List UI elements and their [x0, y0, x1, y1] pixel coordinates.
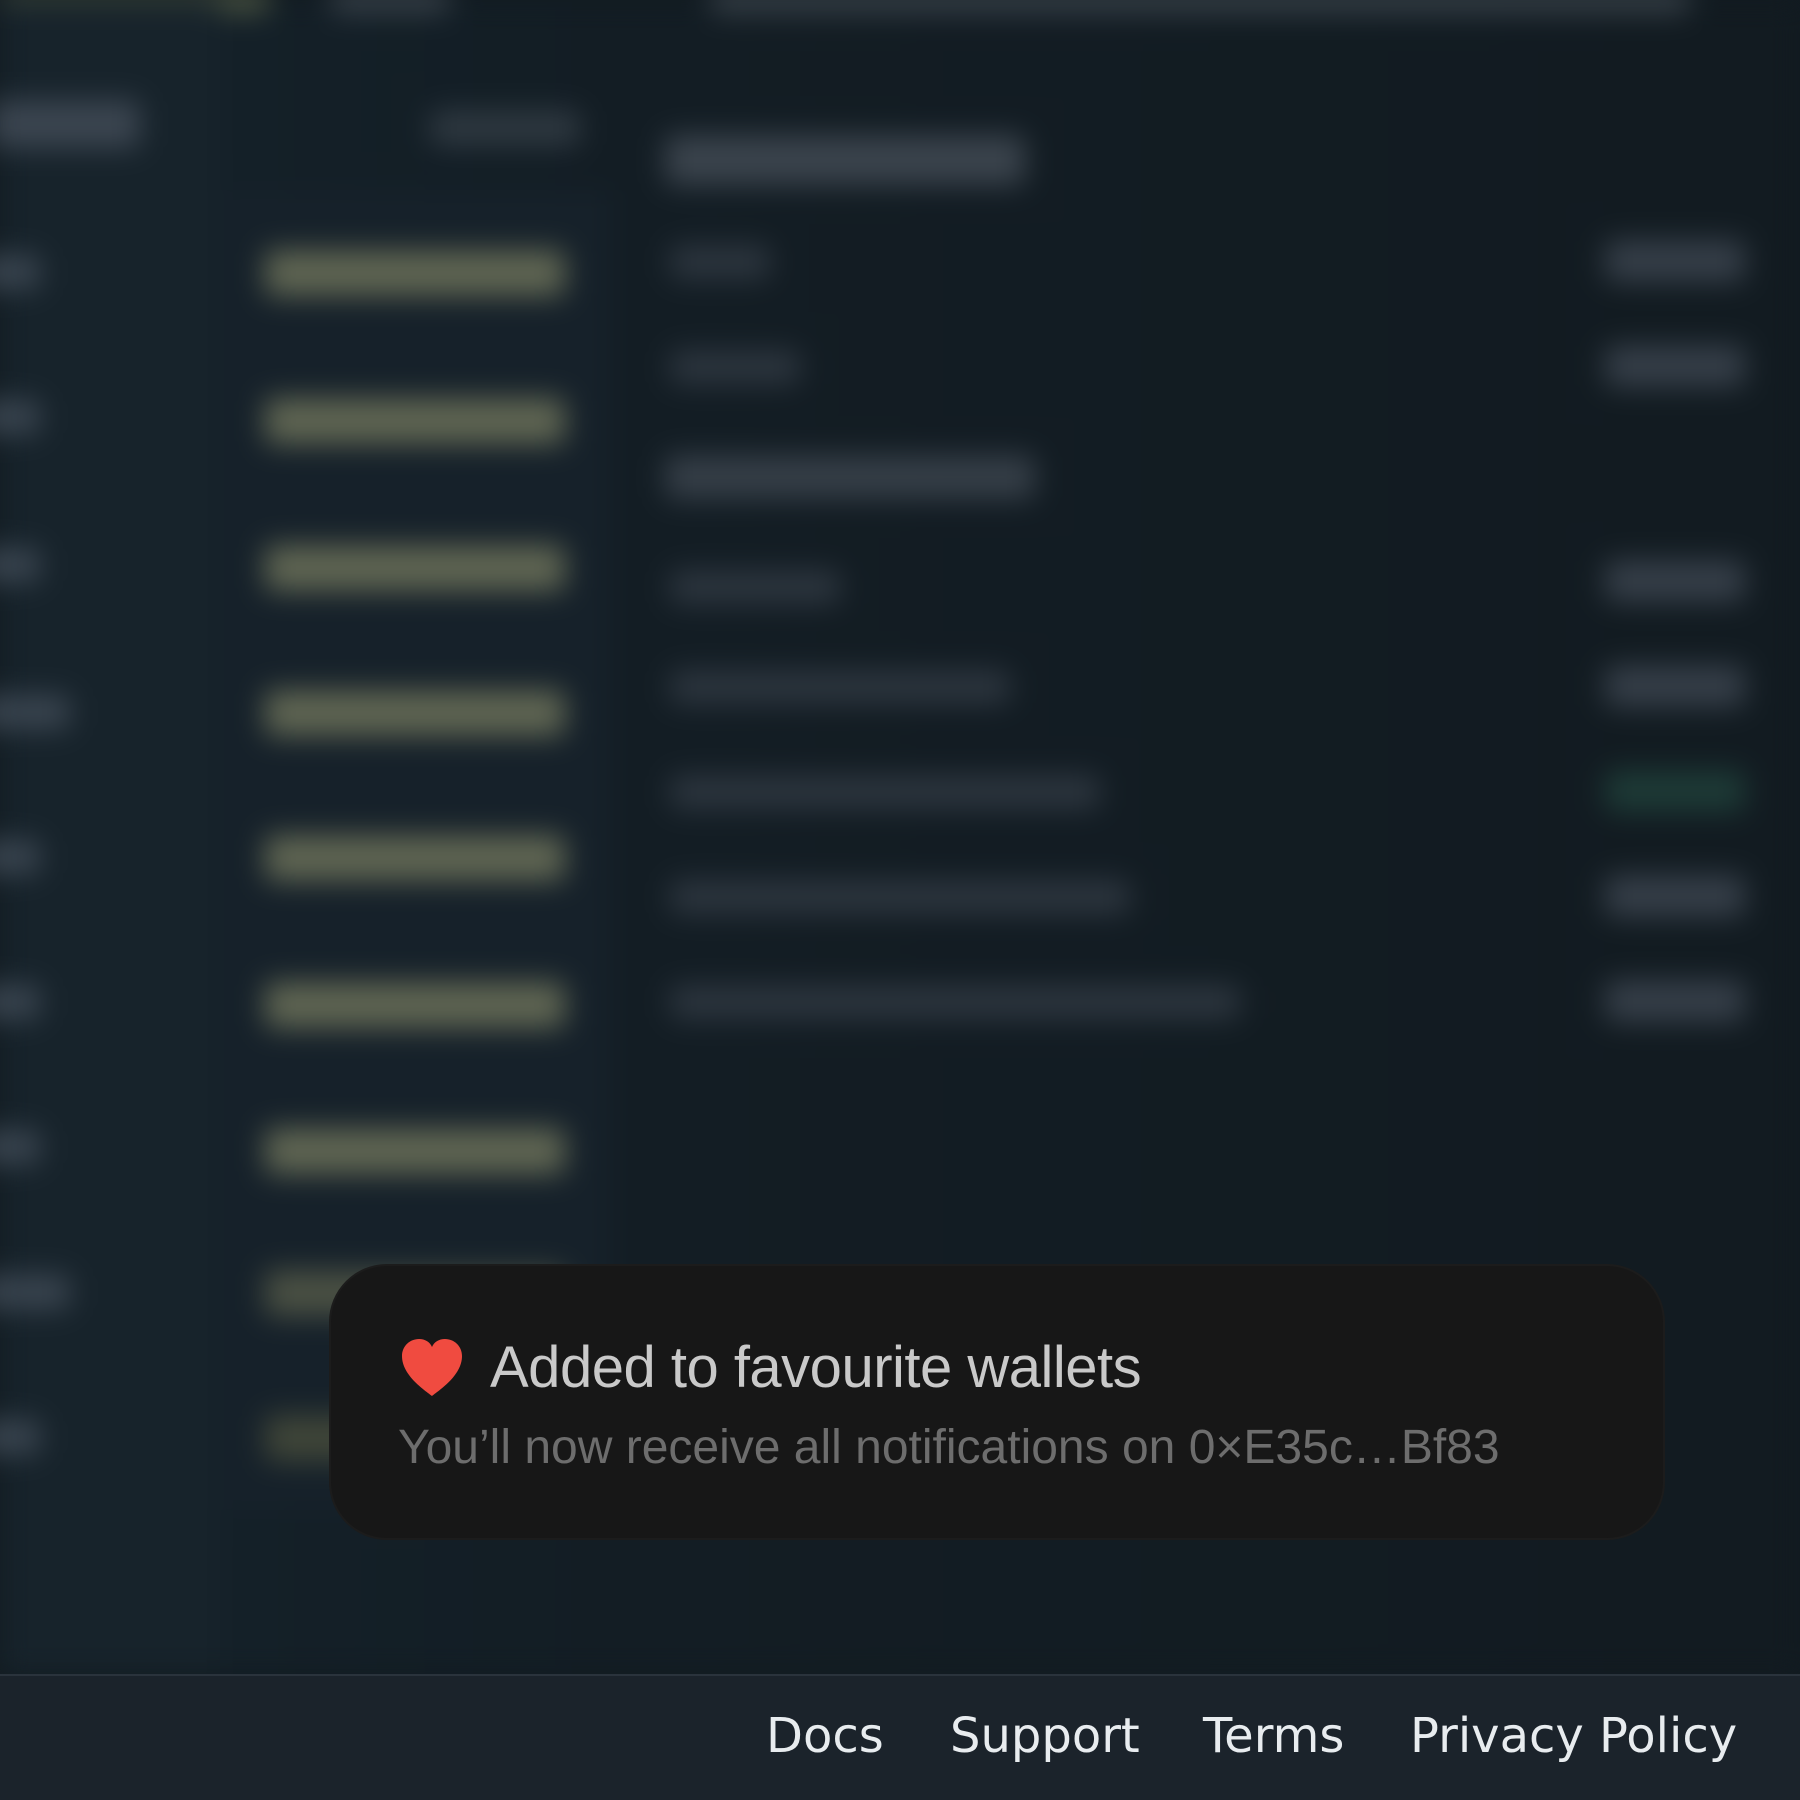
blurred-top-bar	[330, 0, 450, 12]
blurred-detail-row	[670, 245, 770, 279]
blurred-detail-row	[670, 570, 840, 604]
blurred-sidebar-item	[0, 255, 40, 289]
blurred-list-item	[265, 835, 565, 881]
blurred-sidebar-title	[0, 100, 140, 148]
blurred-top-bar	[710, 0, 1690, 12]
blurred-list-item	[265, 545, 565, 591]
toast-message: You’ll now receive all notifications on …	[398, 1421, 1500, 1474]
app-screen: Added to favourite wallets You’ll now re…	[0, 0, 1800, 1800]
blurred-detail-title	[665, 135, 1025, 185]
footer-link-docs[interactable]: Docs	[766, 1704, 884, 1768]
heart-icon-graphic	[402, 1339, 462, 1396]
blurred-list-item	[265, 1128, 565, 1174]
blurred-detail-value	[1605, 560, 1745, 602]
blurred-sidebar-item	[0, 695, 70, 729]
blurred-detail-value	[1605, 770, 1745, 812]
blurred-detail-row	[670, 670, 1010, 704]
blurred-detail-value	[1605, 240, 1745, 282]
blurred-detail-value	[1605, 665, 1745, 707]
blurred-detail-row	[670, 775, 1100, 809]
blurred-list-item	[265, 690, 565, 736]
blurred-sidebar-item	[0, 985, 40, 1019]
blurred-sidebar-item	[0, 1275, 70, 1309]
heart-icon	[400, 1338, 464, 1398]
blurred-sidebar-item	[0, 548, 40, 582]
blurred-detail-subtitle	[665, 455, 1035, 499]
blurred-sidebar-item	[0, 840, 40, 874]
blurred-detail-value	[1605, 980, 1745, 1022]
footer-link-terms[interactable]: Terms	[1203, 1704, 1344, 1768]
blurred-detail-value	[1605, 345, 1745, 387]
blurred-list-item	[265, 250, 565, 296]
blurred-detail-row	[670, 880, 1130, 914]
footer-link-privacy-policy[interactable]: Privacy Policy	[1410, 1704, 1737, 1768]
footer-link-support[interactable]: Support	[950, 1704, 1140, 1768]
blurred-detail-value	[1605, 875, 1745, 917]
blurred-sidebar-item	[0, 400, 40, 434]
blurred-detail-row	[670, 985, 1240, 1019]
blurred-detail-row	[670, 350, 800, 384]
toast-title: Added to favourite wallets	[490, 1335, 1142, 1400]
blurred-sidebar-item	[0, 1130, 40, 1164]
blurred-list-item	[265, 398, 565, 444]
blurred-list-item	[265, 982, 565, 1028]
blurred-list-header	[430, 110, 580, 146]
blurred-sidebar-item	[0, 1420, 40, 1454]
